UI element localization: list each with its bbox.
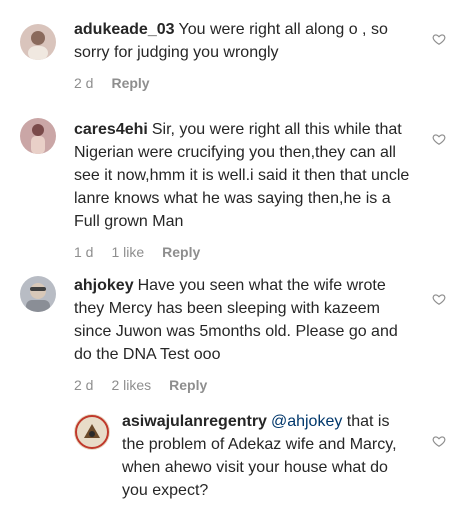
comment-item: adukeade_03 You were right all along o , … bbox=[0, 0, 460, 100]
comment-body: adukeade_03 You were right all along o , … bbox=[74, 18, 412, 92]
avatar[interactable] bbox=[74, 414, 110, 450]
comment-meta: 2 d Reply bbox=[74, 74, 412, 92]
reply-button[interactable]: Reply bbox=[169, 377, 207, 393]
like-heart-icon[interactable] bbox=[432, 32, 446, 46]
comment-body: ahjokey Have you seen what the wife wrote… bbox=[74, 274, 412, 394]
reply-comment-item: asiwajulanregentry @ahjokey that is the p… bbox=[0, 398, 460, 506]
comment-username[interactable]: adukeade_03 bbox=[74, 21, 175, 38]
avatar[interactable] bbox=[20, 118, 56, 154]
comment-time: 2 d bbox=[74, 377, 94, 393]
comment-body: cares4ehi Sir, you were right all this wh… bbox=[74, 118, 412, 261]
like-heart-icon[interactable] bbox=[432, 292, 446, 306]
like-heart-icon[interactable] bbox=[432, 434, 446, 448]
comment-time: 2 d bbox=[74, 75, 94, 91]
comment-meta: 2 d 2 likes Reply bbox=[74, 376, 412, 394]
comment-username[interactable]: ahjokey bbox=[74, 277, 134, 294]
comment-likes[interactable]: 2 likes bbox=[111, 377, 151, 393]
comment-item: ahjokey Have you seen what the wife wrote… bbox=[0, 258, 460, 398]
comment-username[interactable]: asiwajulanregentry bbox=[122, 413, 267, 430]
comment-body: asiwajulanregentry @ahjokey that is the p… bbox=[122, 410, 412, 502]
comment-username[interactable]: cares4ehi bbox=[74, 121, 148, 138]
mention-link[interactable]: @ahjokey bbox=[271, 413, 342, 430]
like-heart-icon[interactable] bbox=[432, 132, 446, 146]
comment-item: cares4ehi Sir, you were right all this wh… bbox=[0, 100, 460, 261]
avatar[interactable] bbox=[20, 276, 56, 312]
reply-button[interactable]: Reply bbox=[111, 75, 149, 91]
avatar[interactable] bbox=[20, 24, 56, 60]
